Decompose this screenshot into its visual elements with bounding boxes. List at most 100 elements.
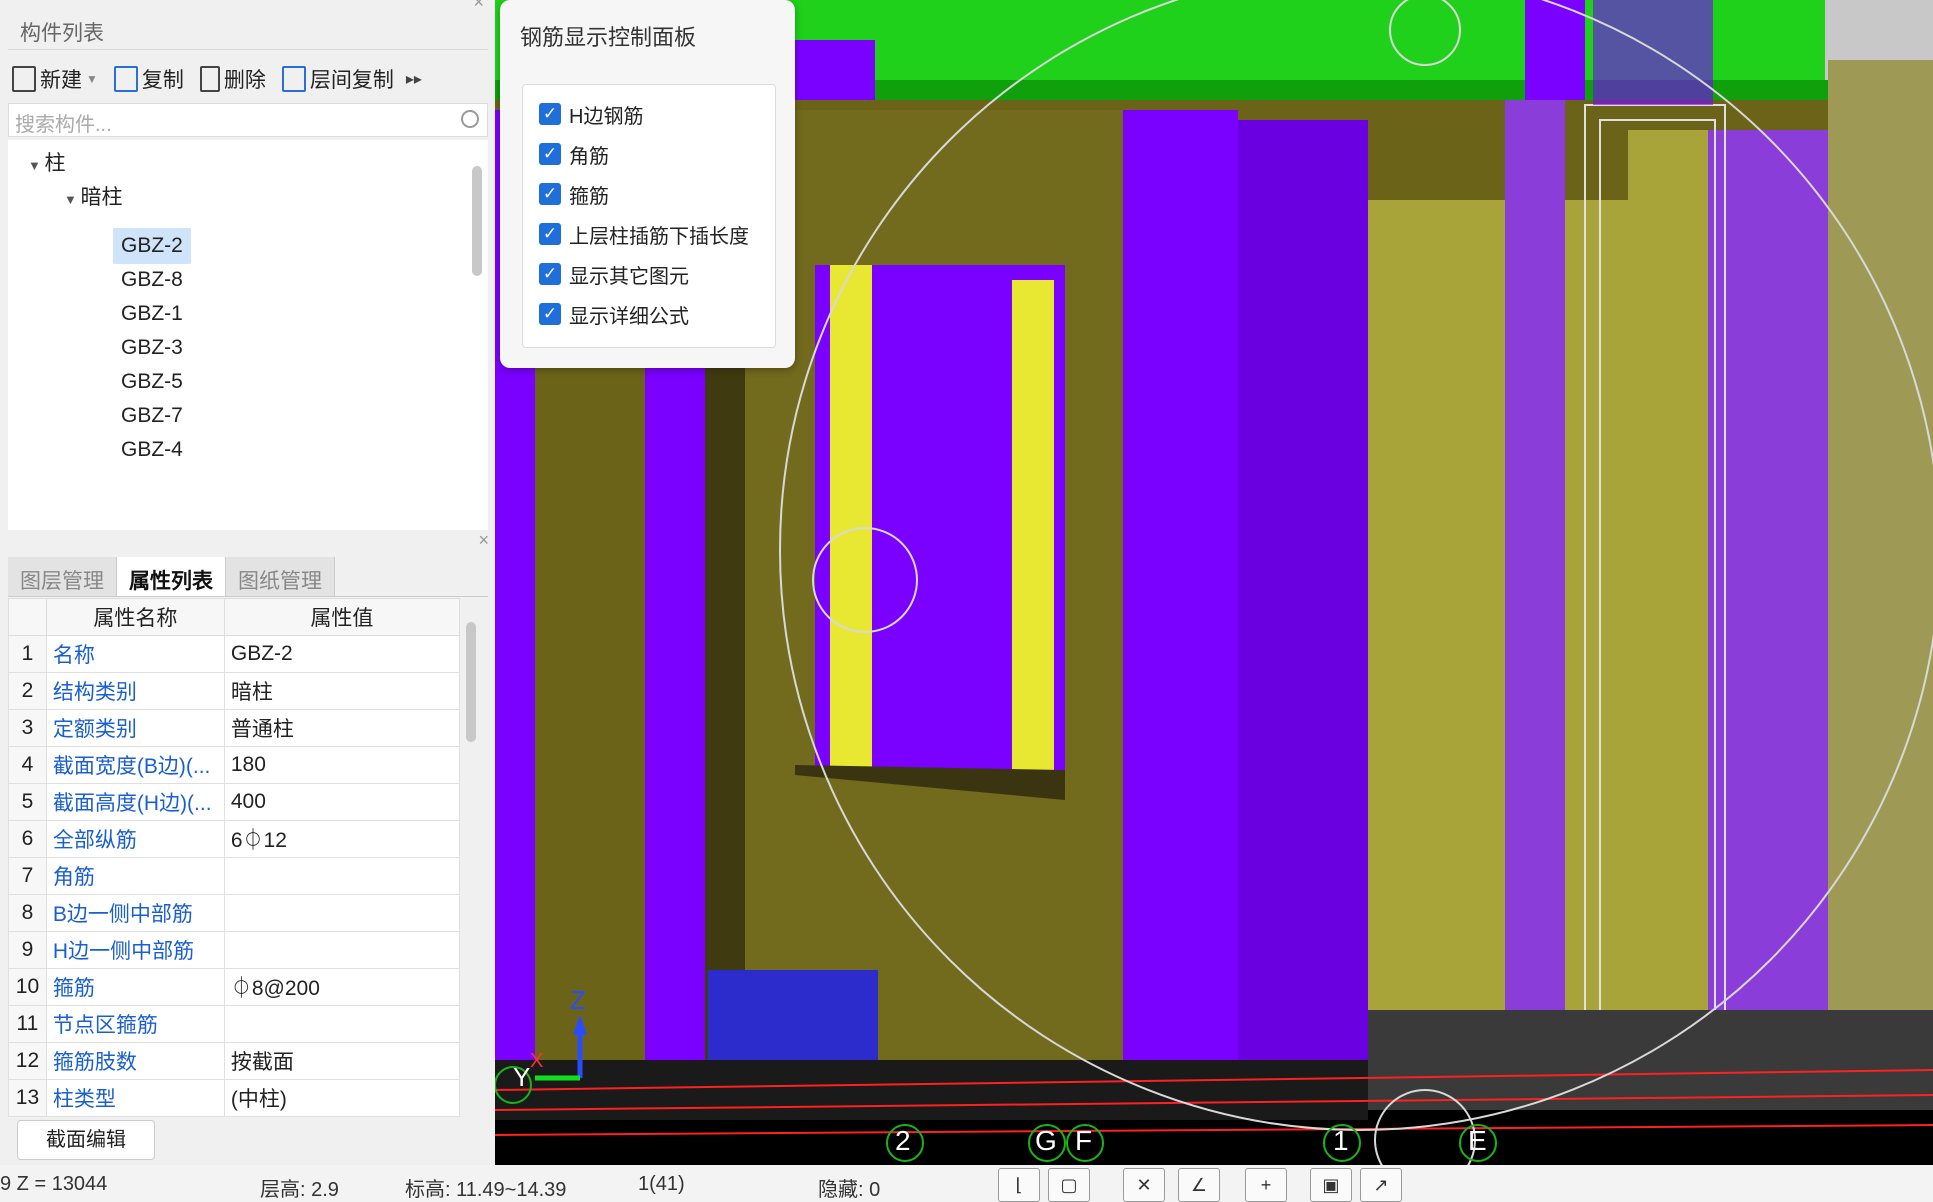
close-icon[interactable]: × <box>473 0 484 13</box>
search-placeholder: 搜索构件... <box>15 114 112 136</box>
component-list-title-text: 构件列表 <box>20 22 104 45</box>
table-row[interactable]: 4 截面宽度(B边)(... 180 <box>8 746 461 784</box>
checkbox-icon[interactable]: ✓ <box>539 303 561 325</box>
snap-icon[interactable]: + <box>1245 1168 1287 1202</box>
table-row[interactable]: 9 H边一侧中部筋 <box>8 931 461 969</box>
property-value[interactable]: 暗柱 <box>223 672 461 710</box>
property-value[interactable]: (中柱) <box>223 1079 461 1117</box>
more-icon[interactable]: ▸▸ <box>406 69 422 89</box>
table-row[interactable]: 1 名称 GBZ-2 <box>8 635 461 673</box>
row-index: 5 <box>8 783 47 821</box>
display-icon[interactable]: ▣ <box>1310 1168 1352 1202</box>
tree-item-gbz-2[interactable]: GBZ-2 <box>113 228 191 264</box>
row-index: 7 <box>8 857 47 895</box>
checkbox-icon[interactable]: ✓ <box>539 183 561 205</box>
search-icon[interactable] <box>461 110 479 128</box>
floor-copy-button[interactable]: 层间复制 <box>278 60 398 98</box>
tree-item-gbz-1[interactable]: GBZ-1 <box>121 296 183 332</box>
trash-icon <box>199 66 220 92</box>
axis-label-2: 2 <box>895 1125 911 1156</box>
row-index: 1 <box>8 635 47 673</box>
copy-button[interactable]: 复制 <box>110 60 188 98</box>
table-row[interactable]: 8 B边一侧中部筋 <box>8 894 461 932</box>
table-row[interactable]: 13 柱类型 (中柱) <box>8 1079 461 1117</box>
property-name: 角筋 <box>45 857 225 895</box>
tree-item-gbz-3[interactable]: GBZ-3 <box>121 330 183 366</box>
close-icon[interactable]: × <box>478 530 489 551</box>
new-button[interactable]: 新建 ▼ <box>8 60 102 98</box>
property-value[interactable] <box>223 1005 461 1043</box>
table-row[interactable]: 3 定额类别 普通柱 <box>8 709 461 747</box>
tree-root-item[interactable]: ▼ 柱 <box>28 146 65 182</box>
table-row[interactable]: 5 截面高度(H边)(... 400 <box>8 783 461 821</box>
tab-layer-management[interactable]: 图层管理 <box>8 557 117 596</box>
purple-column-top <box>1525 0 1585 110</box>
property-value[interactable] <box>223 857 461 895</box>
property-value[interactable]: 6⏀12 <box>223 820 461 858</box>
option-h-rebar[interactable]: ✓ H边钢筋 <box>539 99 643 129</box>
property-name-header: 属性名称 <box>45 598 225 636</box>
property-value[interactable] <box>223 894 461 932</box>
property-value[interactable]: 按截面 <box>223 1042 461 1080</box>
property-value[interactable] <box>223 931 461 969</box>
delete-button[interactable]: 删除 <box>196 60 270 98</box>
section-edit-button[interactable]: 截面编辑 <box>17 1120 155 1160</box>
table-row[interactable]: 12 箍筋肢数 按截面 <box>8 1042 461 1080</box>
property-name: 全部纵筋 <box>45 820 225 858</box>
property-value[interactable]: 400 <box>223 783 461 821</box>
checkbox-icon[interactable]: ✓ <box>539 143 561 165</box>
tree-item-gbz-5[interactable]: GBZ-5 <box>121 364 183 400</box>
property-name: 定额类别 <box>45 709 225 747</box>
checkbox-icon[interactable]: ✓ <box>539 223 561 245</box>
property-scrollbar[interactable] <box>466 622 476 742</box>
ortho-icon[interactable]: ⌊ <box>998 1168 1040 1202</box>
search-input[interactable]: 搜索构件... <box>8 103 488 137</box>
tree-group-item[interactable]: ▼ 暗柱 <box>64 180 122 216</box>
axis-label-e: E <box>1468 1125 1487 1156</box>
option-label: 上层柱插筋下插长度 <box>569 225 749 248</box>
far-wall <box>1828 60 1933 1030</box>
yellow-bar <box>830 265 872 770</box>
property-name: 箍筋肢数 <box>45 1042 225 1080</box>
option-stirrup[interactable]: ✓ 箍筋 <box>539 179 609 209</box>
table-row[interactable]: 10 箍筋 ⏀8@200 <box>8 968 461 1006</box>
property-value[interactable]: 普通柱 <box>223 709 461 747</box>
property-value[interactable]: GBZ-2 <box>223 635 461 673</box>
tree-item-gbz-8[interactable]: GBZ-8 <box>121 262 183 298</box>
property-name: 名称 <box>45 635 225 673</box>
row-index: 3 <box>8 709 47 747</box>
option-upper-insert-length[interactable]: ✓ 上层柱插筋下插长度 <box>539 219 749 249</box>
chevron-down-icon[interactable]: ▼ <box>64 192 80 207</box>
option-show-detailed-formula[interactable]: ✓ 显示详细公式 <box>539 299 689 329</box>
tree-item-gbz-7[interactable]: GBZ-7 <box>121 398 183 434</box>
checkbox-icon[interactable]: ✓ <box>539 263 561 285</box>
tree-group-label: 暗柱 <box>80 186 123 209</box>
option-corner-rebar[interactable]: ✓ 角筋 <box>539 139 609 169</box>
row-index: 12 <box>8 1042 47 1080</box>
option-show-other-elements[interactable]: ✓ 显示其它图元 <box>539 259 689 289</box>
table-row[interactable]: 11 节点区箍筋 <box>8 1005 461 1043</box>
cross-select-icon[interactable]: ✕ <box>1123 1168 1165 1202</box>
chevron-down-icon[interactable]: ▼ <box>86 72 98 86</box>
select-box-icon[interactable]: ▢ <box>1048 1168 1090 1202</box>
tab-property-list[interactable]: 属性列表 <box>117 557 226 596</box>
checkbox-icon[interactable]: ✓ <box>539 103 561 125</box>
table-row[interactable]: 2 结构类别 暗柱 <box>8 672 461 710</box>
chevron-down-icon[interactable]: ▼ <box>28 158 44 173</box>
property-value[interactable]: 180 <box>223 746 461 784</box>
x-axis-label: X <box>530 1050 544 1072</box>
table-row[interactable]: 6 全部纵筋 6⏀12 <box>8 820 461 858</box>
angle-icon[interactable]: ∠ <box>1178 1168 1220 1202</box>
option-label: 显示其它图元 <box>569 265 689 288</box>
tree-scrollbar[interactable] <box>472 166 482 276</box>
tab-drawing-management[interactable]: 图纸管理 <box>226 557 335 596</box>
property-value[interactable]: ⏀8@200 <box>223 968 461 1006</box>
row-index: 6 <box>8 820 47 858</box>
row-index: 9 <box>8 931 47 969</box>
copy-label: 复制 <box>141 69 184 92</box>
tree-item-gbz-4[interactable]: GBZ-4 <box>121 432 183 468</box>
row-index: 8 <box>8 894 47 932</box>
property-name: 截面高度(H边)(... <box>45 783 225 821</box>
table-row[interactable]: 7 角筋 <box>8 857 461 895</box>
curve-icon[interactable]: ↗ <box>1360 1168 1402 1202</box>
